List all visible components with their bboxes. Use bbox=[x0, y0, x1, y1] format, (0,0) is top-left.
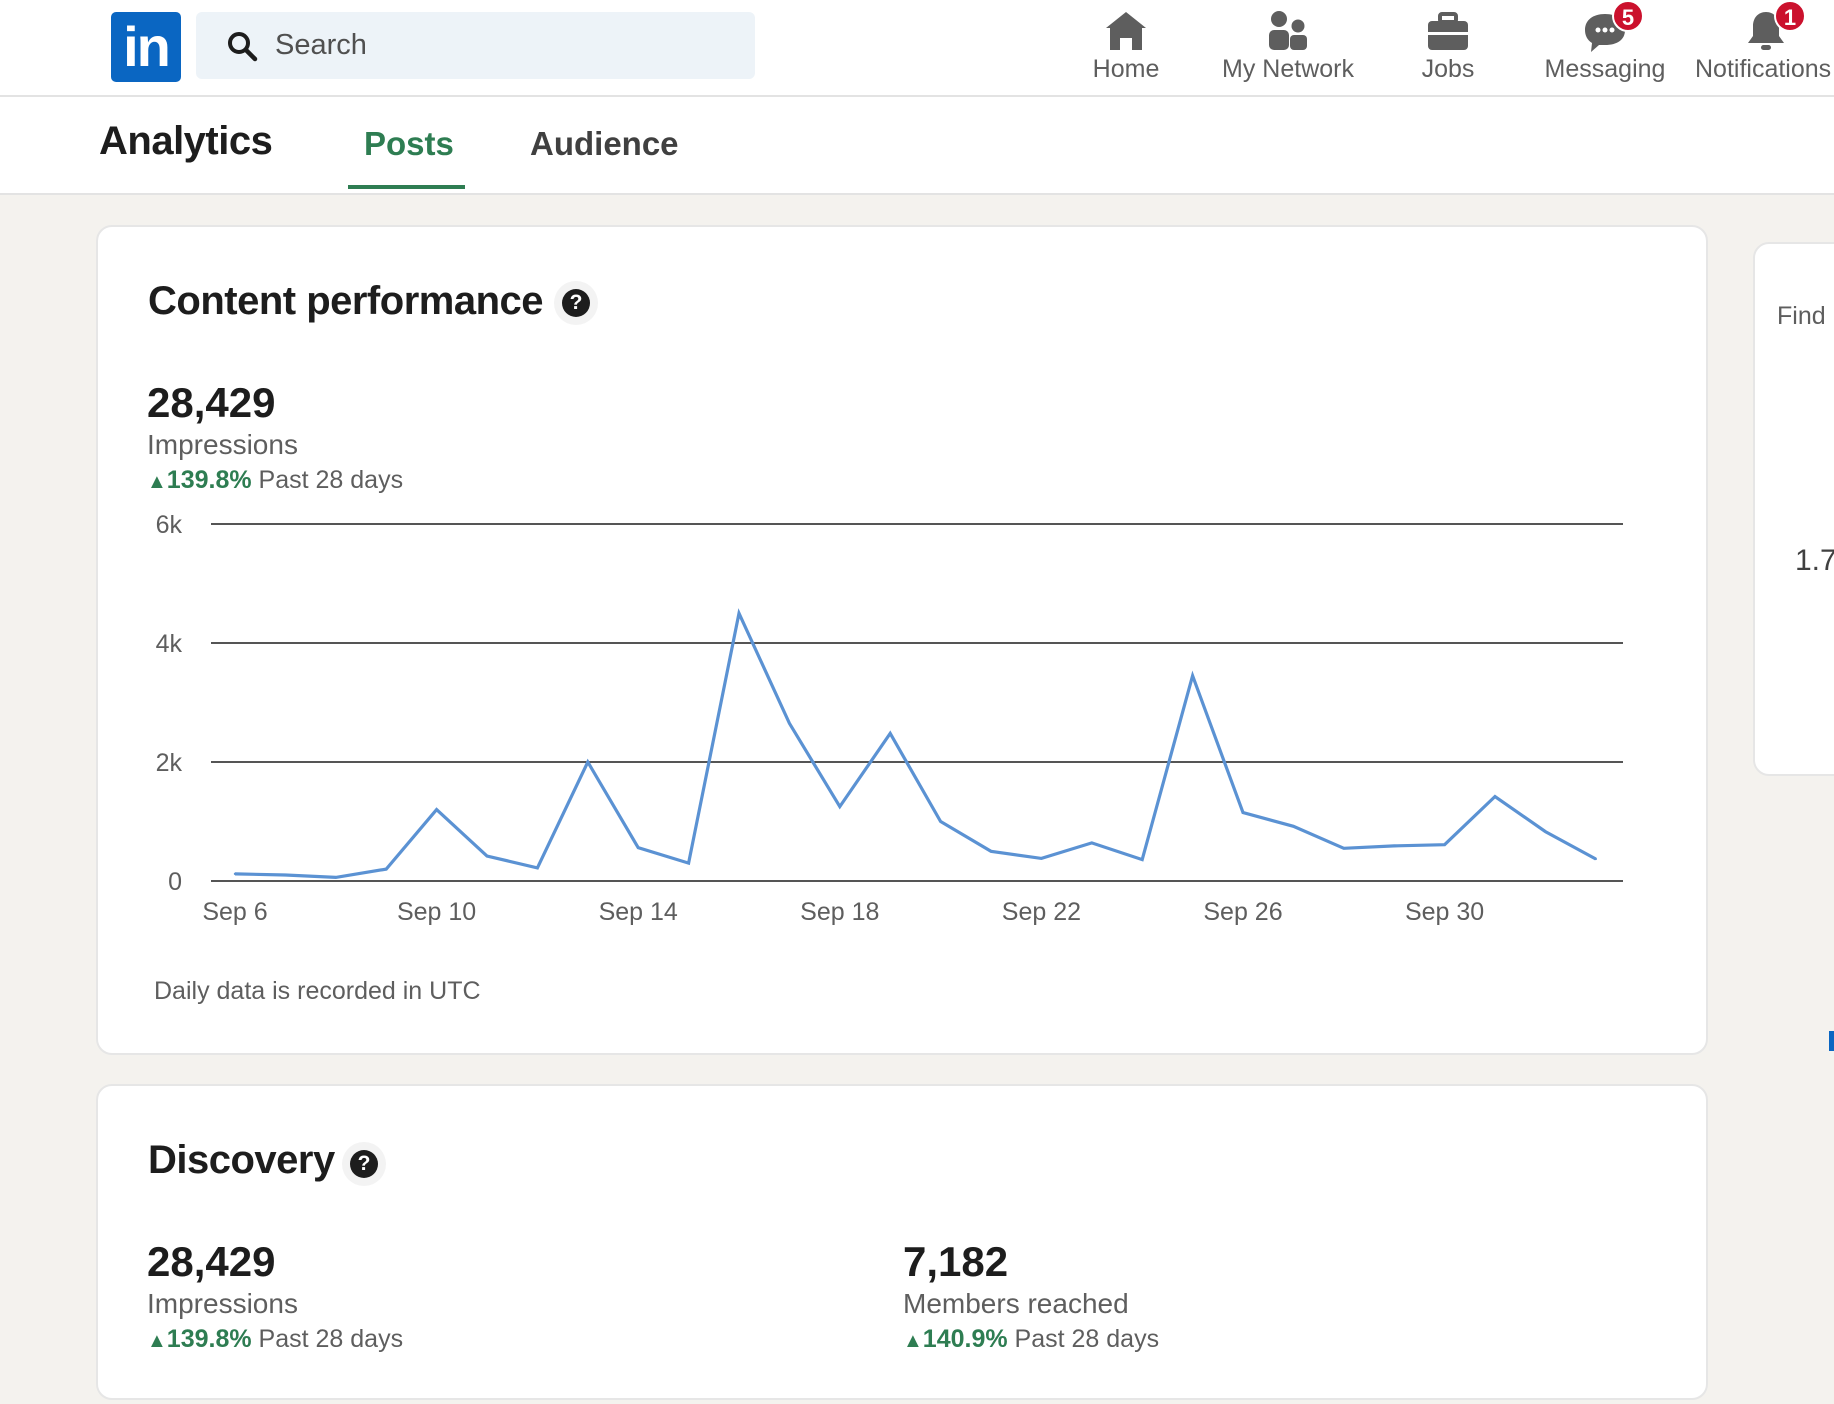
nav-messaging[interactable]: 5 Messaging bbox=[1540, 0, 1670, 97]
data-point bbox=[939, 820, 942, 823]
impressions-line-chart: 0 2k 4k 6k Sep 6 Sep 10 Sep 14 Sep 18 Sep 22 Sep … bbox=[156, 511, 1623, 926]
members-reached-value: 7,182 bbox=[903, 1238, 1009, 1285]
search-bar[interactable]: Search bbox=[196, 12, 755, 79]
data-point bbox=[284, 873, 287, 877]
trend-up-icon: ▲ bbox=[147, 1330, 167, 1352]
nav-my-network[interactable]: My Network bbox=[1218, 0, 1358, 97]
members-reached-label: Members reached bbox=[903, 1288, 1129, 1319]
discovery-title: Discovery bbox=[148, 1138, 335, 1182]
side-panel-value: 1.7 bbox=[1795, 544, 1834, 577]
notifications-badge: 1 bbox=[1774, 0, 1806, 32]
top-navigation: in Search Home My Network Jobs 5 Messagi… bbox=[0, 0, 1834, 97]
data-point bbox=[637, 846, 640, 849]
data-point bbox=[536, 866, 539, 870]
side-panel-link-marker bbox=[1829, 1031, 1834, 1051]
data-point bbox=[1393, 844, 1396, 848]
nav-jobs-label: Jobs bbox=[1421, 55, 1475, 83]
data-point bbox=[889, 732, 892, 735]
data-point bbox=[1594, 857, 1598, 861]
messaging-badge: 5 bbox=[1612, 0, 1644, 32]
x-tick-label: Sep 26 bbox=[1203, 898, 1282, 926]
data-point bbox=[1141, 858, 1144, 861]
data-point bbox=[1040, 857, 1043, 860]
data-point bbox=[737, 612, 741, 615]
x-tick-label: Sep 18 bbox=[800, 898, 879, 926]
discovery-impressions-change-percent: 139.8% bbox=[166, 1325, 252, 1353]
active-tab-indicator bbox=[348, 185, 465, 189]
home-icon bbox=[1106, 12, 1146, 50]
y-tick-label: 4k bbox=[156, 630, 183, 658]
data-point bbox=[1191, 674, 1194, 677]
data-point bbox=[687, 861, 690, 865]
x-tick-label: Sep 22 bbox=[1002, 898, 1081, 926]
tab-audience[interactable]: Audience bbox=[530, 125, 679, 163]
nav-my-network-label: My Network bbox=[1222, 55, 1354, 83]
analytics-header: Analytics Posts Audience bbox=[0, 97, 1834, 195]
data-point bbox=[989, 850, 993, 853]
discovery-card: Discovery ? 28,429 Impressions ▲139.8% P… bbox=[96, 1084, 1708, 1400]
nav-messaging-label: Messaging bbox=[1544, 55, 1666, 83]
trend-up-icon: ▲ bbox=[903, 1330, 923, 1352]
nav-home-label: Home bbox=[1092, 55, 1160, 83]
network-icon bbox=[1269, 11, 1307, 50]
x-tick-label: Sep 14 bbox=[599, 898, 678, 926]
linkedin-logo[interactable]: in bbox=[111, 12, 181, 82]
data-point bbox=[1544, 830, 1547, 833]
discovery-impressions-change: ▲139.8% Past 28 days bbox=[147, 1325, 403, 1354]
side-panel-text: Find bbox=[1777, 302, 1826, 330]
data-point bbox=[1241, 811, 1245, 814]
y-tick-label: 0 bbox=[168, 868, 182, 896]
data-point bbox=[1493, 795, 1497, 798]
nav-notifications-label: Notifications bbox=[1695, 55, 1832, 83]
data-point bbox=[586, 760, 589, 764]
x-tick-label: Sep 30 bbox=[1405, 898, 1484, 926]
nav-home[interactable]: Home bbox=[1086, 0, 1166, 97]
members-reached-change: ▲140.9% Past 28 days bbox=[903, 1325, 1159, 1354]
briefcase-icon bbox=[1428, 12, 1468, 50]
discovery-impressions-period: Past 28 days bbox=[258, 1325, 404, 1353]
x-tick-label: Sep 6 bbox=[202, 898, 267, 926]
data-point bbox=[1342, 847, 1346, 850]
data-point bbox=[385, 867, 388, 871]
discovery-impressions-label: Impressions bbox=[147, 1288, 298, 1319]
side-panel-card: Find 1.7 bbox=[1753, 242, 1834, 776]
y-tick-label: 2k bbox=[156, 749, 183, 777]
data-point bbox=[838, 805, 841, 808]
data-point bbox=[1090, 841, 1093, 845]
content-performance-card: Content performance ? 28,429 Impressions… bbox=[96, 225, 1708, 1055]
tab-posts[interactable]: Posts bbox=[364, 125, 454, 163]
data-point bbox=[1292, 825, 1295, 828]
data-point bbox=[334, 876, 337, 879]
data-point bbox=[233, 872, 237, 876]
impressions-series-line bbox=[234, 608, 1597, 880]
discovery-impressions-value: 28,429 bbox=[147, 1238, 276, 1285]
search-icon bbox=[228, 32, 258, 62]
x-tick-label: Sep 10 bbox=[397, 898, 476, 926]
utc-footnote: Daily data is recorded in UTC bbox=[154, 977, 481, 1005]
data-point bbox=[485, 854, 489, 858]
data-point bbox=[788, 722, 791, 725]
data-point bbox=[1443, 843, 1446, 846]
members-reached-period: Past 28 days bbox=[1014, 1325, 1160, 1353]
members-reached-change-percent: 140.9% bbox=[922, 1325, 1008, 1353]
data-point bbox=[435, 808, 438, 811]
nav-notifications[interactable]: 1 Notifications bbox=[1694, 0, 1834, 97]
page-title: Analytics bbox=[99, 119, 273, 163]
y-tick-label: 6k bbox=[156, 511, 183, 539]
nav-jobs[interactable]: Jobs bbox=[1408, 0, 1488, 97]
search-placeholder[interactable]: Search bbox=[275, 12, 367, 79]
help-icon[interactable]: ? bbox=[342, 1142, 386, 1186]
